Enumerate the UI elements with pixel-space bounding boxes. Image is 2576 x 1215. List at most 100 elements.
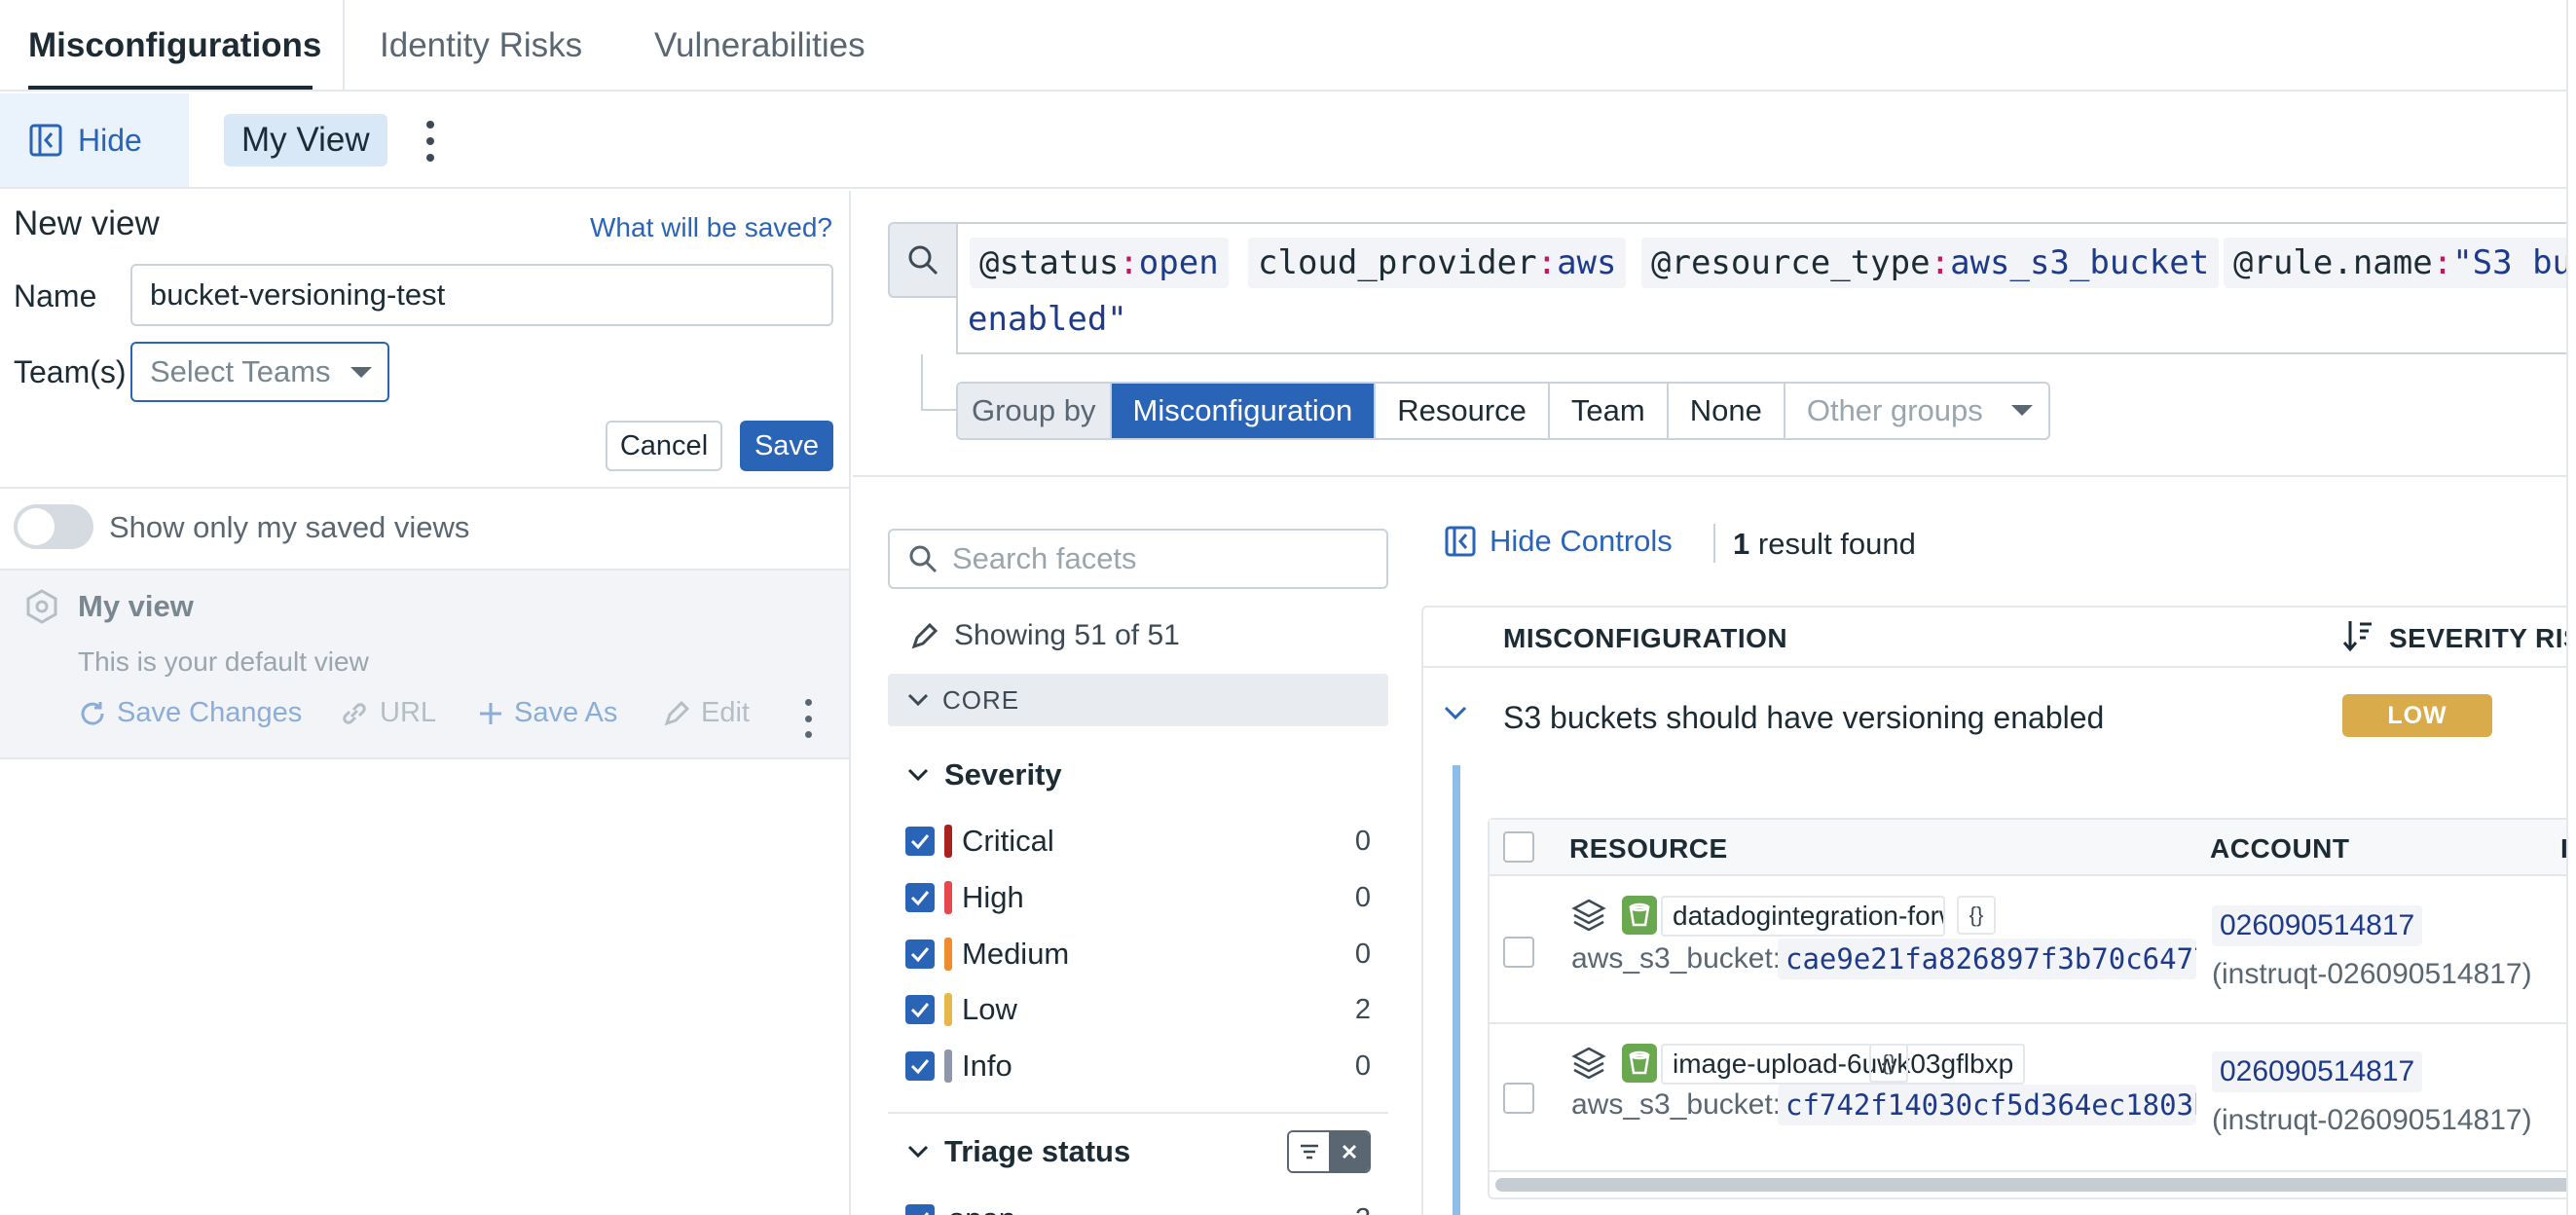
- resource-type: aws_s3_bucket:: [1571, 942, 1782, 975]
- chevron-down-icon: [907, 1145, 929, 1159]
- tab-misconfigurations[interactable]: Misconfigurations: [28, 0, 321, 92]
- checkbox[interactable]: [905, 827, 935, 856]
- hide-label: Hide: [78, 122, 142, 158]
- select-all-checkbox[interactable]: [1503, 831, 1534, 863]
- tab-identity-risks[interactable]: Identity Risks: [380, 0, 582, 92]
- saved-view-name: My view: [78, 589, 194, 623]
- resource-name[interactable]: image-upload-6uwk03gflbxp: [1661, 1044, 2026, 1085]
- show-my-views-toggle[interactable]: [14, 504, 93, 549]
- query-token-resource-type[interactable]: @resource_type: aws_s3_bucket: [1641, 238, 2220, 288]
- row-checkbox[interactable]: [1503, 937, 1534, 968]
- divider: [0, 487, 851, 489]
- group-by-misconfiguration[interactable]: Misconfiguration: [1111, 384, 1377, 438]
- checkbox[interactable]: [905, 995, 935, 1024]
- hide-views-button[interactable]: Hide: [0, 93, 189, 187]
- caret-down-icon: [350, 367, 372, 378]
- resource-row[interactable]: image-upload-6uwk03gflbxp {} aws_s3_buck…: [1490, 1026, 2576, 1172]
- horizontal-scrollbar[interactable]: [1495, 1178, 2576, 1192]
- resource-id[interactable]: cf742f14030cf5d364ec1803b49: [1778, 1085, 2196, 1125]
- resource-id[interactable]: cae9e21fa826897f3b70c6477fe: [1778, 939, 2196, 979]
- severity-color-bar: [944, 825, 952, 858]
- group-by-control: Group by Misconfiguration Resource Team …: [956, 382, 2050, 440]
- saved-view-subtitle: This is your default view: [78, 646, 369, 677]
- json-view-button[interactable]: {}: [1869, 1044, 1908, 1083]
- query-token-rule-name[interactable]: @rule.name:"S3 buc: [2224, 238, 2576, 288]
- chevron-down-icon: [907, 693, 929, 707]
- account-id[interactable]: 026090514817: [2212, 1051, 2423, 1092]
- severity-facet-header[interactable]: Severity: [907, 757, 1062, 792]
- column-resource[interactable]: RESOURCE: [1569, 833, 1728, 865]
- misconfiguration-row-title[interactable]: S3 buckets should have versioning enable…: [1503, 700, 2104, 736]
- view-name-input[interactable]: bucket-versioning-test: [130, 264, 833, 326]
- caret-down-icon: [2010, 405, 2033, 416]
- hide-controls-button[interactable]: Hide Controls: [1445, 524, 1673, 559]
- save-as-button[interactable]: Save As: [477, 697, 617, 729]
- query-token-status[interactable]: @status: open: [970, 238, 1229, 288]
- collapse-panel-icon: [1445, 526, 1476, 557]
- save-button[interactable]: Save: [740, 421, 833, 471]
- column-misconfiguration[interactable]: MISCONFIGURATION: [1503, 623, 1787, 654]
- query-input[interactable]: @status: open cloud_provider: aws @resourc…: [956, 222, 2576, 354]
- search-icon: [909, 545, 938, 573]
- page-edge: [2566, 0, 2576, 1215]
- checkbox[interactable]: [905, 883, 935, 912]
- column-severity[interactable]: SEVERITY: [2389, 623, 2527, 654]
- check-icon: [910, 1059, 930, 1075]
- view-options-kebab-icon[interactable]: [419, 117, 442, 166]
- severity-facet-medium[interactable]: Medium 0: [905, 935, 1371, 974]
- severity-facet-info[interactable]: Info 0: [905, 1047, 1371, 1086]
- other-groups-select[interactable]: Other groups: [1785, 384, 2048, 438]
- group-by-team[interactable]: Team: [1550, 384, 1669, 438]
- copy-url-button[interactable]: URL: [339, 697, 436, 729]
- triage-facet-open[interactable]: open 2: [905, 1199, 1371, 1215]
- checkbox[interactable]: [905, 939, 935, 969]
- group-by-resource[interactable]: Resource: [1376, 384, 1550, 438]
- check-icon: [910, 947, 930, 963]
- facet-search-input[interactable]: Search facets: [888, 529, 1388, 589]
- severity-facet-critical[interactable]: Critical 0: [905, 822, 1371, 861]
- search-icon: [908, 245, 938, 276]
- check-icon: [910, 891, 930, 906]
- teams-select[interactable]: Select Teams: [130, 342, 389, 402]
- query-search-button[interactable]: [888, 222, 958, 298]
- chevron-down-icon[interactable]: [1443, 705, 1468, 722]
- pencil-icon[interactable]: [909, 620, 940, 651]
- group-by-none[interactable]: None: [1669, 384, 1785, 438]
- save-changes-button[interactable]: Save Changes: [78, 697, 302, 729]
- saved-view-kebab-icon[interactable]: [802, 699, 814, 738]
- tab-vulnerabilities[interactable]: Vulnerabilities: [654, 0, 865, 92]
- check-icon: [924, 1212, 930, 1215]
- account-name: (instruqt-026090514817): [2212, 958, 2532, 990]
- filter-icon[interactable]: [1289, 1132, 1329, 1171]
- column-account[interactable]: ACCOUNT: [2210, 833, 2350, 865]
- active-tab-indicator: [28, 86, 313, 90]
- group-by-label: Group by: [958, 384, 1112, 438]
- teams-label: Team(s): [14, 354, 127, 389]
- cancel-button[interactable]: Cancel: [606, 421, 722, 471]
- sort-descending-icon[interactable]: [2342, 619, 2374, 652]
- triage-filter-controls: [1287, 1130, 1371, 1173]
- query-token-cloud-provider[interactable]: cloud_provider: aws: [1248, 238, 1627, 288]
- what-will-be-saved-link[interactable]: What will be saved?: [590, 212, 832, 243]
- query-token-continuation[interactable]: enabled": [958, 294, 1137, 345]
- edit-button[interactable]: Edit: [662, 697, 750, 729]
- clear-filter-icon[interactable]: [1329, 1132, 1369, 1171]
- severity-color-bar: [944, 881, 952, 914]
- s3-bucket-icon: [1622, 896, 1657, 935]
- severity-color-bar: [944, 1049, 952, 1083]
- resource-row[interactable]: datadogintegration-forwardersta... {} aw…: [1490, 878, 2576, 1024]
- severity-facet-high[interactable]: High 0: [905, 878, 1371, 917]
- json-view-button[interactable]: {}: [1957, 896, 1996, 935]
- core-facet-group[interactable]: CORE: [888, 674, 1388, 726]
- checkbox[interactable]: [905, 1051, 935, 1081]
- current-view-chip[interactable]: My View: [224, 114, 387, 166]
- resource-name[interactable]: datadogintegration-forwardersta...: [1661, 896, 1945, 937]
- groupby-connector: [921, 354, 923, 409]
- account-id[interactable]: 026090514817: [2212, 905, 2423, 946]
- row-checkbox[interactable]: [1503, 1083, 1534, 1114]
- severity-badge: LOW: [2342, 694, 2492, 737]
- severity-facet-low[interactable]: Low 2: [905, 990, 1371, 1029]
- result-count: 1 result found: [1733, 527, 1916, 561]
- checkbox[interactable]: [905, 1204, 935, 1215]
- triage-status-facet-header[interactable]: Triage status: [907, 1134, 1130, 1169]
